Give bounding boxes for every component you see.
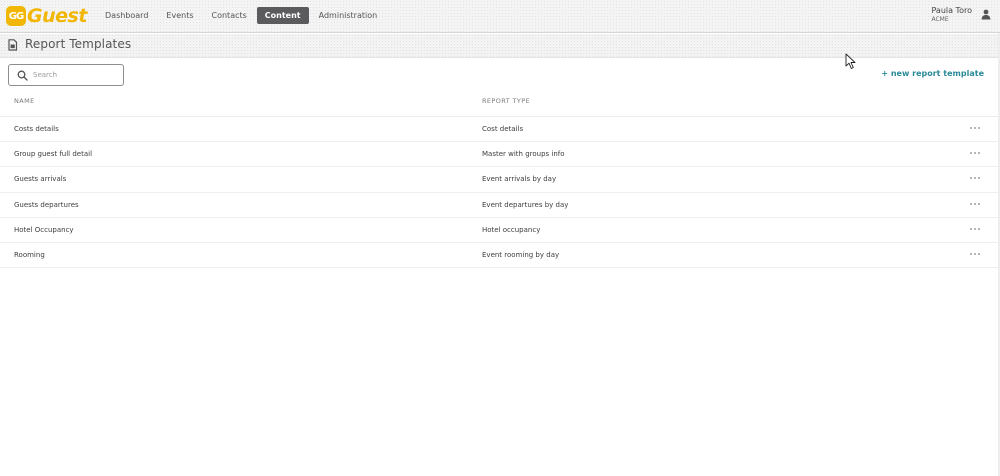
table-row[interactable]: Costs details Cost details [0,117,1000,143]
table-row[interactable]: Hotel Occupancy Hotel occupancy [0,218,1000,243]
new-report-template-link[interactable]: + new report template [881,69,984,78]
report-icon [8,39,18,51]
table-header: NAME REPORT TYPE [0,90,1000,117]
search-icon [17,70,28,81]
more-options-icon[interactable] [970,227,980,232]
user-name: Paula Toro [931,6,972,15]
more-options-icon[interactable] [970,127,980,131]
row-report-type: Hotel occupancy [482,225,541,234]
row-name: Rooming [14,250,45,259]
row-report-type: Event arrivals by day [482,175,557,184]
row-name: Hotel Occupancy [14,225,74,234]
logo-badge: GG [6,6,26,26]
column-header-report-type[interactable]: REPORT TYPE [482,97,530,105]
row-name: Group guest full detail [14,150,93,159]
row-report-type: Event rooming by day [482,250,560,259]
more-options-icon[interactable] [970,252,980,257]
app-logo[interactable]: GG Guest [6,5,87,27]
more-options-icon[interactable] [970,202,980,207]
row-report-type: Master with groups info [482,150,565,159]
row-name: Guests departures [14,200,79,209]
row-name: Guests arrivals [14,175,67,184]
nav-item-contacts[interactable]: Contacts [204,7,255,24]
table-row[interactable]: Rooming Event rooming by day [0,243,1000,269]
logo-text: Guest [27,5,87,27]
nav-item-events[interactable]: Events [158,7,201,24]
table-row[interactable]: Guests departures Event departures by da… [0,193,1000,218]
nav-item-dashboard[interactable]: Dashboard [97,7,156,24]
nav-item-administration[interactable]: Administration [311,7,386,24]
more-options-icon[interactable] [970,152,980,156]
main-nav: Dashboard Events Contacts Content Admini… [97,6,387,24]
table-row[interactable]: Guests arrivals Event arrivals by day [0,167,1000,193]
row-report-type: Cost details [482,125,524,133]
row-name: Costs details [14,125,59,133]
table-row[interactable]: Group guest full detail Master with grou… [0,142,1000,168]
search-box[interactable] [8,64,124,86]
person-icon[interactable] [981,9,991,20]
user-organization: ACME [931,16,949,23]
nav-item-content[interactable]: Content [256,6,309,24]
search-input[interactable] [33,71,113,79]
report-templates-table: NAME REPORT TYPE Costs details Cost deta… [0,90,1000,269]
more-options-icon[interactable] [970,177,980,181]
user-menu[interactable]: Paula Toro ACME [931,6,972,23]
page-title: Report Templates [25,37,132,51]
column-header-name[interactable]: NAME [14,97,35,105]
top-navigation-bar: GG Guest Dashboard Events Contacts Conte… [0,0,1000,33]
mouse-cursor-icon [845,53,856,69]
row-report-type: Event departures by day [482,200,569,209]
